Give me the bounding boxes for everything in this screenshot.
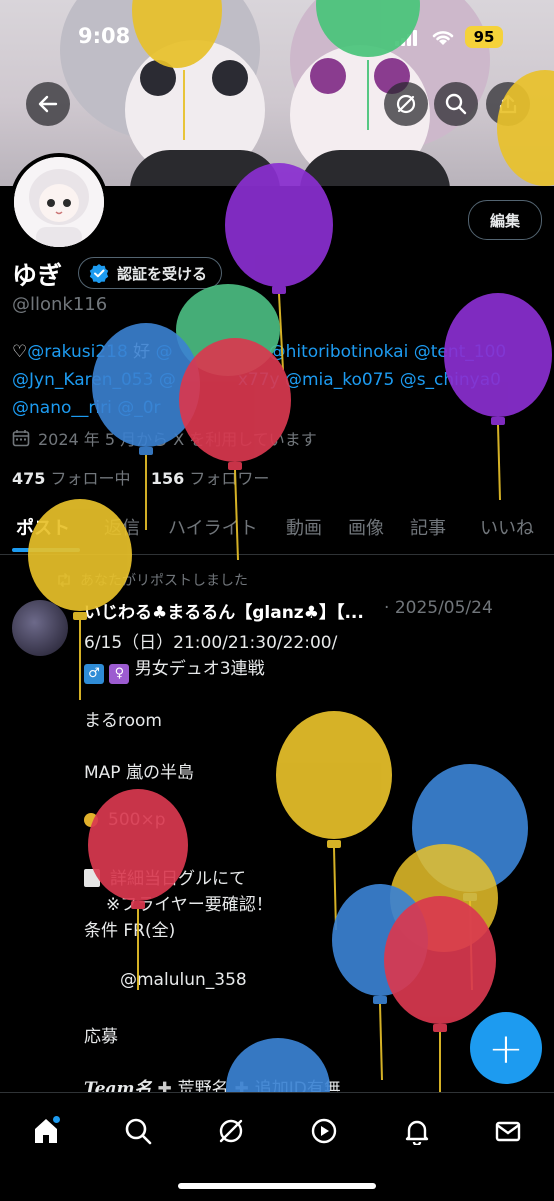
balloon-blue [412, 764, 528, 991]
verify-button[interactable]: 認証を受ける [78, 257, 223, 289]
bio-text: ♡ [12, 342, 28, 362]
search-icon [125, 1118, 152, 1145]
post-text-span: 詳細当日グルにて [110, 869, 246, 889]
joined-text: 2024 年 5 月から X を利用しています [38, 430, 317, 449]
nav-notifications[interactable] [397, 1111, 437, 1151]
memo-icon [84, 869, 100, 887]
followers-count: 156 [150, 469, 185, 488]
grok-button[interactable] [384, 82, 428, 126]
bio-mention[interactable]: @s_chinya0 [400, 370, 501, 390]
profile-handle: @llonk116 [12, 294, 108, 315]
bio-mention[interactable]: @hitoribotinokai [269, 342, 409, 362]
follow-stats: 475 フォロー中 156 フォロワー [12, 465, 269, 489]
back-button[interactable] [26, 82, 70, 126]
tab-articles[interactable]: 記事 [410, 514, 446, 540]
messages-icon [495, 1121, 521, 1142]
following-label: フォロー中 [50, 469, 131, 488]
medal-icon [84, 813, 98, 827]
following-count: 475 [12, 469, 46, 488]
nav-video[interactable] [304, 1111, 344, 1151]
bio-mention[interactable]: @tent_100 [414, 342, 507, 362]
man-icon: ♂ [84, 664, 104, 684]
search-icon [445, 93, 467, 115]
tab-videos[interactable]: 動画 [286, 514, 322, 540]
woman-icon: ♀ [109, 664, 130, 684]
status-time: 9:08 [78, 24, 131, 48]
repost-icon [58, 573, 70, 587]
post-text-line: @malulun_358 [120, 970, 247, 990]
bio-mention[interactable]: @Jyn_Karen_053 [12, 370, 153, 390]
bio-mention[interactable]: @rakusi218 [27, 342, 128, 362]
post-text-line: 応募 [84, 1027, 118, 1047]
post-text-span: 500×p [108, 810, 166, 830]
balloon-yellow [276, 711, 392, 931]
bio-text: 好 [127, 342, 156, 362]
signal-icon [395, 30, 419, 50]
profile-avatar[interactable] [10, 153, 108, 251]
bio-mention[interactable]: @ [159, 370, 176, 390]
post-text-line: 条件 FR(全) [84, 921, 176, 941]
notifications-icon [405, 1120, 429, 1145]
post-author-avatar[interactable] [12, 600, 68, 656]
nav-messages[interactable] [488, 1111, 528, 1151]
tab-images[interactable]: 画像 [348, 514, 384, 540]
bio-mention[interactable]: @_0r [117, 398, 160, 418]
wifi-icon [431, 28, 455, 50]
plus-icon: + [488, 1023, 524, 1073]
grok-icon [396, 94, 416, 114]
bio-mention[interactable]: @mia_ko075 [285, 370, 394, 390]
joined-date: 2024 年 5 月から X を利用しています [12, 426, 317, 450]
verified-badge-icon [89, 264, 109, 283]
balloon-yellow [390, 844, 498, 952]
notification-dot [53, 1116, 60, 1123]
status-bar: 9:08 95 [0, 0, 554, 70]
nav-grok[interactable] [211, 1111, 251, 1151]
share-button[interactable] [486, 82, 530, 126]
balloon-blue [332, 884, 428, 1081]
video-icon [311, 1118, 337, 1144]
verify-label: 認証を受ける [117, 264, 208, 283]
nav-home[interactable] [26, 1111, 66, 1151]
compose-button[interactable]: + [470, 1012, 542, 1084]
nav-search[interactable] [118, 1111, 158, 1151]
post-text-line: 6/15（日）21:00/21:30/22:00/ [84, 633, 338, 653]
followers-link[interactable]: 156 フォロワー [151, 469, 270, 488]
tab-posts[interactable]: ポスト [16, 514, 70, 540]
post-text-line: MAP 嵐の半島 [84, 763, 194, 783]
following-link[interactable]: 475 フォロー中 [12, 469, 131, 488]
tab-likes[interactable]: いいね [480, 514, 534, 540]
post-author-name[interactable]: いじわる♣まるるん【glanz♣】【... [84, 598, 364, 623]
battery-indicator: 95 [465, 26, 503, 48]
repost-label: あなたがリポストしました [80, 573, 248, 589]
bio-mention[interactable]: @ [156, 342, 173, 362]
repost-indicator: あなたがリポストしました [56, 570, 248, 590]
post-text-line: ※フライヤー要確認！ [106, 895, 273, 915]
date-text: 2025/05/24 [394, 598, 493, 618]
post-text-line: 500×p [84, 810, 165, 830]
arrow-left-icon [38, 95, 58, 113]
home-indicator[interactable] [178, 1183, 376, 1189]
calendar-icon [12, 430, 30, 447]
followers-label: フォロワー [189, 469, 270, 488]
post-text-line: ♂ ♀ 男女デュオ3連戦 [84, 654, 265, 684]
post-date: · 2025/05/24 [384, 598, 493, 618]
share-icon [499, 94, 517, 114]
profile-bio: ♡@rakusi218 好 @ @hitoribotinokai @tent_10… [12, 338, 552, 422]
bio-mention[interactable]: @nano__riri [12, 398, 112, 418]
search-button[interactable] [434, 82, 478, 126]
tab-replies[interactable]: 返信 [104, 514, 140, 540]
profile-tabs: ポスト 返信 ハイライト 動画 画像 記事 いいね [0, 508, 554, 555]
post-text-span: 男女デュオ3連戦 [134, 659, 265, 679]
edit-profile-button[interactable]: 編集 [468, 200, 542, 240]
bio-mention[interactable]: x77y [238, 370, 280, 390]
tab-highlights[interactable]: ハイライト [168, 514, 258, 540]
post-text-line: まるroom [84, 711, 162, 731]
active-tab-indicator [12, 548, 80, 552]
grok-icon [219, 1119, 243, 1143]
profile-name: ゆぎ [12, 261, 63, 290]
post-text-line: 詳細当日グルにて [84, 864, 246, 889]
date-separator: · [384, 598, 390, 618]
